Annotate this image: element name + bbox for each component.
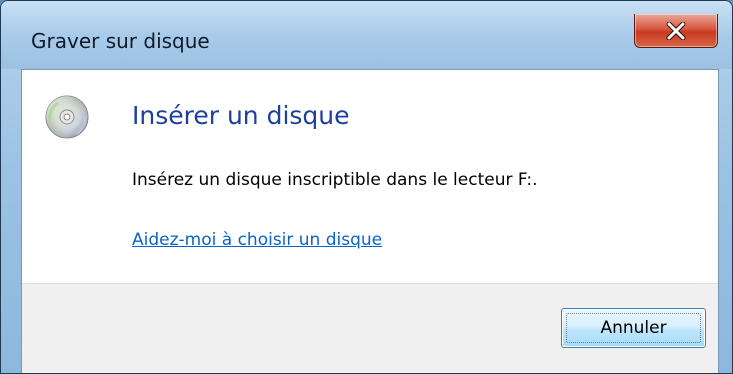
- dialog-window: Graver sur disque Insérer un disque Insé…: [0, 0, 733, 374]
- dialog-client-area: Insérer un disque Insérez un disque insc…: [21, 69, 719, 373]
- dialog-footer: Annuler: [22, 283, 718, 373]
- disc-icon: [45, 95, 89, 139]
- dialog-heading: Insérer un disque: [132, 101, 350, 130]
- close-button[interactable]: [634, 14, 718, 48]
- cancel-button[interactable]: Annuler: [561, 308, 706, 348]
- dialog-message: Insérez un disque inscriptible dans le l…: [132, 170, 538, 190]
- title-bar[interactable]: Graver sur disque: [1, 1, 732, 69]
- dialog-content: Insérer un disque Insérez un disque insc…: [22, 70, 718, 283]
- close-icon: [666, 21, 686, 40]
- window-title: Graver sur disque: [31, 29, 210, 53]
- help-link[interactable]: Aidez-moi à choisir un disque: [132, 230, 382, 250]
